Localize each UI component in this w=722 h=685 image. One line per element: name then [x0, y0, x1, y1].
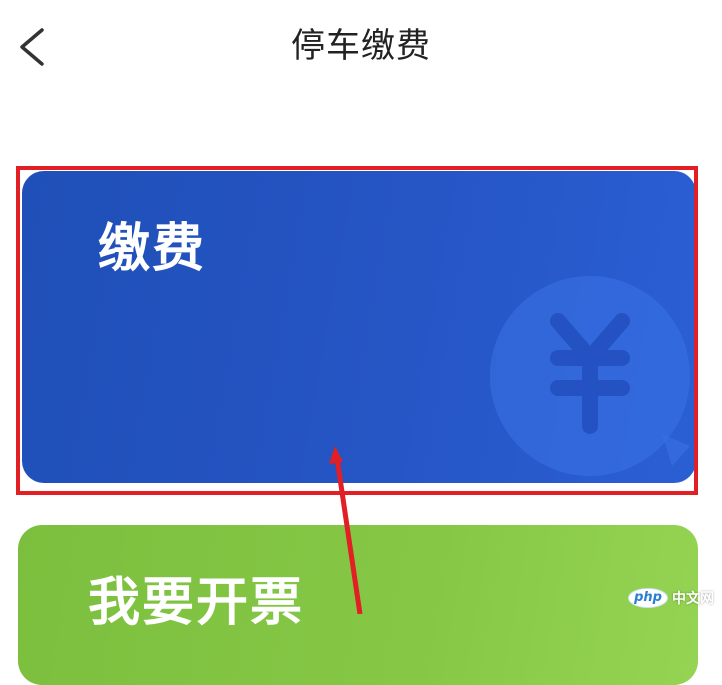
watermark-text: 中文网 [672, 591, 714, 607]
invoice-card-label: 我要开票 [88, 573, 305, 633]
header-bar: 停车缴费 [0, 0, 722, 95]
pay-card-label: 缴费 [98, 219, 207, 279]
page-title: 停车缴费 [291, 26, 431, 66]
watermark-logo: php [628, 588, 668, 608]
pay-card[interactable]: 缴费 [22, 171, 696, 483]
watermark: php 中文网 [628, 588, 714, 608]
yuan-coin-icon [490, 276, 690, 476]
invoice-card[interactable]: 我要开票 [18, 525, 698, 685]
